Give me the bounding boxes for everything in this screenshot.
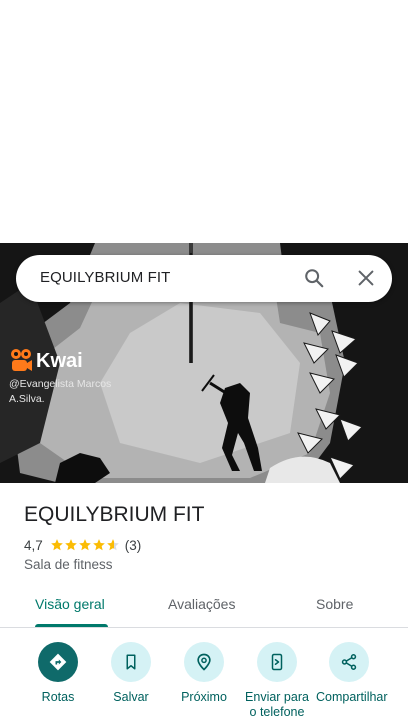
star-rating xyxy=(50,538,120,552)
kwai-logo: Kwai xyxy=(9,347,83,375)
tab-overview[interactable]: Visão geral xyxy=(35,596,105,612)
share-icon xyxy=(329,642,369,682)
star-icon xyxy=(64,539,77,551)
rating-value: 4,7 xyxy=(24,537,43,553)
send-to-phone-icon xyxy=(257,642,297,682)
nearby-button[interactable]: Próximo xyxy=(168,642,240,705)
action-bar: Rotas Salvar Próximo Enviar para o telef… xyxy=(0,640,408,726)
review-count[interactable]: (3) xyxy=(125,538,142,553)
send-to-phone-button[interactable]: Enviar para o telefone xyxy=(241,642,313,720)
kwai-username: @Evangelista Marcos A.Silva. xyxy=(9,378,112,405)
send-to-phone-label: Enviar para o telefone xyxy=(245,690,309,719)
close-icon[interactable] xyxy=(355,267,377,289)
share-label: Compartilhar xyxy=(316,690,388,704)
directions-icon xyxy=(38,642,78,682)
tab-reviews[interactable]: Avaliações xyxy=(168,596,235,612)
nearby-icon xyxy=(184,642,224,682)
star-icon xyxy=(50,539,63,551)
save-button[interactable]: Salvar xyxy=(95,642,167,705)
save-label: Salvar xyxy=(113,690,149,704)
place-category: Sala de fitness xyxy=(24,557,113,572)
active-tab-indicator xyxy=(35,624,108,627)
bookmark-icon xyxy=(111,642,151,682)
search-input[interactable]: EQUILYBRIUM FIT xyxy=(40,269,170,286)
place-title: EQUILYBRIUM FIT xyxy=(24,503,205,526)
blank-map-area xyxy=(0,0,408,243)
search-bar[interactable]: EQUILYBRIUM FIT xyxy=(16,255,392,302)
tab-about[interactable]: Sobre xyxy=(316,596,353,612)
share-button[interactable]: Compartilhar xyxy=(313,642,388,705)
search-icon[interactable] xyxy=(303,267,325,289)
directions-label: Rotas xyxy=(41,690,75,704)
kwai-brand: Kwai xyxy=(36,349,83,372)
star-half-icon xyxy=(106,539,119,551)
tab-bar: Visão geral Avaliações Sobre xyxy=(0,588,408,628)
star-icon xyxy=(92,539,105,551)
nearby-label: Próximo xyxy=(181,690,227,704)
star-icon xyxy=(78,539,91,551)
rating-row[interactable]: 4,7 (3) xyxy=(24,537,141,553)
kwai-logo-icon xyxy=(11,349,32,371)
directions-button[interactable]: Rotas xyxy=(22,642,94,705)
